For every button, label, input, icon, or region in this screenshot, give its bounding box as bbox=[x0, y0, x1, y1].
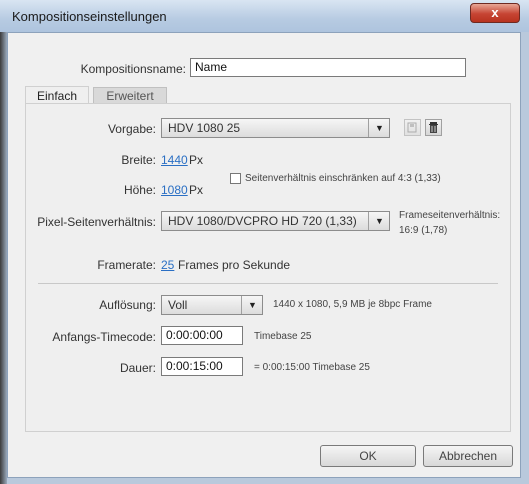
width-value[interactable]: 1440 bbox=[161, 153, 188, 167]
resolution-value: Voll bbox=[168, 298, 188, 312]
pixel-aspect-value: HDV 1080/DVCPRO HD 720 (1,33) bbox=[168, 214, 357, 228]
resolution-info: 1440 x 1080, 5,9 MB je 8bpc Frame bbox=[273, 299, 432, 310]
tab-erweitert[interactable]: Erweitert bbox=[93, 87, 167, 104]
duration-label: Dauer: bbox=[119, 361, 156, 375]
width-label: Breite: bbox=[121, 153, 156, 167]
save-preset-icon[interactable] bbox=[404, 119, 421, 136]
start-timecode-info: Timebase 25 bbox=[254, 331, 312, 342]
preset-select[interactable]: HDV 1080 25 ▼ bbox=[161, 118, 390, 138]
framerate-label: Framerate: bbox=[97, 258, 156, 272]
window-edge bbox=[0, 32, 7, 484]
chevron-down-icon: ▼ bbox=[368, 119, 389, 137]
chevron-down-icon: ▼ bbox=[368, 212, 389, 230]
start-timecode-label: Anfangs-Timecode: bbox=[52, 330, 156, 344]
start-timecode-input[interactable]: 0:00:00:00 bbox=[161, 326, 243, 345]
ok-button[interactable]: OK bbox=[320, 445, 416, 467]
resolution-select[interactable]: Voll ▼ bbox=[161, 295, 263, 315]
framerate-unit: Frames pro Sekunde bbox=[178, 258, 291, 272]
close-button[interactable]: x bbox=[470, 3, 520, 23]
pixel-aspect-select[interactable]: HDV 1080/DVCPRO HD 720 (1,33) ▼ bbox=[161, 211, 390, 231]
frame-aspect-value: 16:9 (1,78) bbox=[399, 225, 448, 236]
pixel-aspect-label: Pixel-Seitenverhältnis: bbox=[37, 215, 156, 229]
height-unit: Px bbox=[189, 183, 204, 197]
composition-name-input[interactable]: Name bbox=[190, 58, 466, 77]
framerate-value[interactable]: 25 bbox=[161, 258, 174, 272]
aspect-lock-checkbox[interactable] bbox=[230, 173, 241, 184]
close-icon: x bbox=[491, 5, 499, 20]
resolution-label: Auflösung: bbox=[99, 298, 156, 312]
duration-input[interactable]: 0:00:15:00 bbox=[161, 357, 243, 376]
preset-label: Vorgabe: bbox=[107, 122, 156, 136]
window-title: Kompositionseinstellungen bbox=[12, 9, 167, 24]
frame-aspect-label: Frameseitenverhältnis: bbox=[399, 210, 501, 221]
cancel-button[interactable]: Abbrechen bbox=[423, 445, 513, 467]
width-unit: Px bbox=[189, 153, 204, 167]
chevron-down-icon: ▼ bbox=[241, 296, 262, 314]
section-divider bbox=[38, 283, 498, 284]
aspect-lock-label: Seitenverhältnis einschränken auf 4:3 (1… bbox=[245, 173, 441, 184]
preset-value: HDV 1080 25 bbox=[168, 121, 241, 135]
duration-info: = 0:00:15:00 Timebase 25 bbox=[254, 362, 370, 373]
height-label: Höhe: bbox=[123, 183, 156, 197]
composition-name-label: Kompositionsname: bbox=[80, 62, 186, 76]
height-value[interactable]: 1080 bbox=[161, 183, 188, 197]
trash-icon[interactable] bbox=[425, 119, 442, 136]
